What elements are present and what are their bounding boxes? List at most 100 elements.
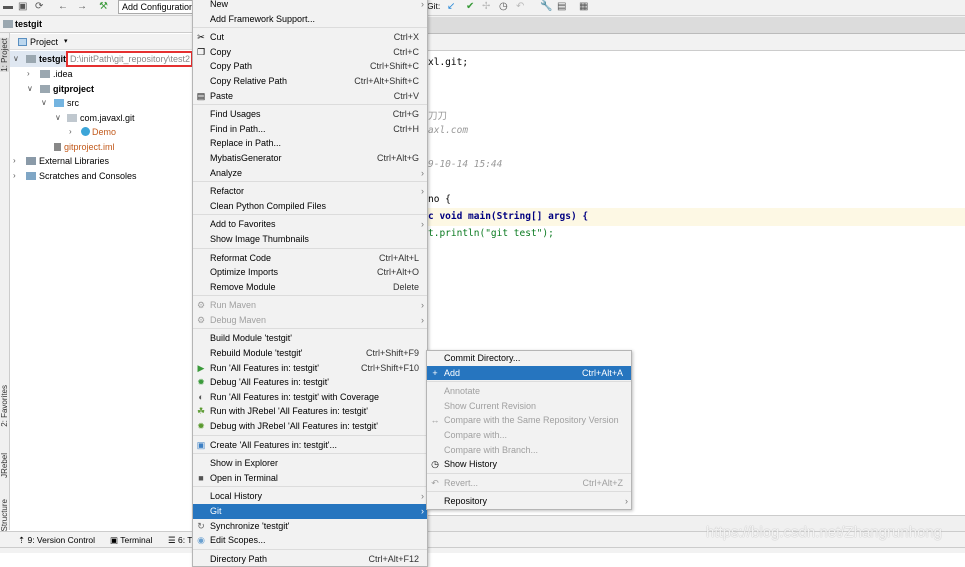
tree-item[interactable]: gitproject.iml — [54, 142, 115, 152]
menu-item-paste[interactable]: ▤ Paste Ctrl+V — [193, 89, 427, 104]
save-icon[interactable]: ▣ — [18, 1, 27, 12]
menu-item-label: Compare with Branch... — [444, 444, 539, 455]
menu-item-remove-module[interactable]: Remove Module Delete — [193, 280, 427, 295]
menu-item-new[interactable]: New › — [193, 0, 427, 12]
git-label: Git: — [427, 1, 441, 11]
project-view-dropdown[interactable]: Project — [30, 37, 58, 47]
git-menu-item-commit-directory[interactable]: Commit Directory... — [427, 351, 631, 366]
folder-icon — [40, 85, 50, 93]
build-icon[interactable]: ⚒ — [99, 1, 108, 12]
settings-wrench-icon[interactable]: 🔧 — [540, 1, 552, 12]
menu-item-run-all-features-in-testgit-with-coverage[interactable]: ◐ Run 'All Features in: testgit' with Cov… — [193, 390, 427, 405]
menu-item-edit-scopes[interactable]: ◉ Edit Scopes... — [193, 533, 427, 548]
menu-item-copy[interactable]: ❐ Copy Ctrl+C — [193, 45, 427, 60]
tab-version-control[interactable]: ⇡ 9: Version Control — [18, 535, 95, 546]
menu-item-local-history[interactable]: Local History › — [193, 489, 427, 504]
menu-item-optimize-imports[interactable]: Optimize Imports Ctrl+Alt+O — [193, 265, 427, 280]
shortcut-label: Ctrl+Alt+G — [376, 152, 419, 163]
menu-item-debug-with-jrebel-all-features-in-testgit[interactable]: ✹ Debug with JRebel 'All Features in: tes… — [193, 419, 427, 434]
breadcrumb-project[interactable]: testgit — [15, 19, 42, 29]
tab-project[interactable]: 1: Project — [0, 38, 10, 72]
menu-item-refactor[interactable]: Refactor › — [193, 184, 427, 199]
menu-item-copy-relative-path[interactable]: Copy Relative Path Ctrl+Alt+Shift+C — [193, 74, 427, 89]
git-menu-item-annotate[interactable]: Annotate — [427, 384, 631, 399]
folder-icon — [26, 55, 36, 63]
tree-item[interactable]: com.javaxl.git — [67, 113, 135, 123]
git-update-icon[interactable]: ↙ — [447, 1, 455, 12]
menu-item-git[interactable]: Git › — [193, 504, 427, 519]
menu-item-reformat-code[interactable]: Reformat Code Ctrl+Alt+L — [193, 251, 427, 266]
git-menu-item-compare-with[interactable]: Compare with... — [427, 428, 631, 443]
tree-item[interactable]: src — [54, 98, 79, 108]
menu-item-label: Add to Favorites — [210, 219, 276, 230]
debug-all-features-in-testgit-icon: ✹ — [197, 377, 205, 388]
menu-item-rebuild-module-testgit[interactable]: Rebuild Module 'testgit' Ctrl+Shift+F9 — [193, 346, 427, 361]
menu-item-label: Run 'All Features in: testgit' with Cove… — [210, 391, 380, 402]
git-menu-item-add[interactable]: + Add Ctrl+Alt+A — [427, 365, 631, 381]
menu-item-label: Debug Maven — [210, 314, 267, 325]
tree-item[interactable]: External Libraries — [26, 156, 109, 166]
project-structure-icon[interactable]: ▤ — [557, 1, 566, 12]
menu-item-debug-maven[interactable]: ⚙ Debug Maven › — [193, 313, 427, 328]
tree-item[interactable]: .idea — [40, 69, 73, 79]
menu-item-show-image-thumbnails[interactable]: Show Image Thumbnails — [193, 232, 427, 247]
menu-item-analyze[interactable]: Analyze › — [193, 166, 427, 181]
submenu-chevron-icon: › — [421, 0, 424, 9]
menu-item-add-to-favorites[interactable]: Add to Favorites › — [193, 217, 427, 232]
menu-item-open-in-terminal[interactable]: ■ Open in Terminal — [193, 471, 427, 486]
menu-item-label: Replace in Path... — [210, 138, 282, 149]
menu-item-synchronize-testgit[interactable]: ↻ Synchronize 'testgit' — [193, 519, 427, 534]
menu-item-clean-python-compiled-files[interactable]: Clean Python Compiled Files — [193, 199, 427, 214]
git-menu-item-show-current-revision[interactable]: Show Current Revision — [427, 399, 631, 414]
menu-item-directory-path[interactable]: Directory Path Ctrl+Alt+F12 — [193, 552, 427, 567]
menu-item-show-in-explorer[interactable]: Show in Explorer — [193, 456, 427, 471]
menu-item-cut[interactable]: ✂ Cut Ctrl+X — [193, 30, 427, 45]
tree-item[interactable]: Scratches and Consoles — [26, 171, 137, 181]
git-menu-item-compare-with-the-same-repository-version[interactable]: ↔ Compare with the Same Repository Versio… — [427, 413, 631, 428]
menu-item-label: Git — [210, 506, 222, 516]
menu-item-copy-path[interactable]: Copy Path Ctrl+Shift+C — [193, 59, 427, 74]
git-menu-item-repository[interactable]: Repository › — [427, 494, 631, 509]
tree-item[interactable]: Demo — [81, 127, 116, 137]
git-menu-item-compare-with-branch[interactable]: Compare with Branch... — [427, 443, 631, 458]
menu-item-label: Build Module 'testgit' — [210, 333, 292, 344]
submenu-chevron-icon: › — [421, 300, 424, 311]
git-history-icon[interactable]: ◷ — [499, 1, 508, 12]
terminal-icon: ▣ — [110, 535, 121, 545]
sync-icon[interactable]: ⟳ — [35, 1, 43, 12]
menu-item-debug-all-features-in-testgit[interactable]: ✹ Debug 'All Features in: testgit' — [193, 375, 427, 390]
vcs-operations-icon[interactable]: ▦ — [579, 1, 588, 12]
menu-item-create-all-features-in-testgit[interactable]: ▣ Create 'All Features in: testgit'... — [193, 438, 427, 453]
menu-item-label: Annotate — [444, 386, 481, 397]
tab-terminal[interactable]: ▣ Terminal — [110, 535, 152, 546]
menu-item-label: Run 'All Features in: testgit' — [210, 362, 319, 373]
menu-item-find-in-path[interactable]: Find in Path... Ctrl+H — [193, 122, 427, 137]
git-menu-item-revert[interactable]: ↶ Revert... Ctrl+Alt+Z — [427, 476, 631, 491]
tree-item[interactable]: gitproject — [40, 84, 94, 94]
menu-item-label: Edit Scopes... — [210, 535, 266, 546]
menu-item-replace-in-path[interactable]: Replace in Path... — [193, 136, 427, 151]
menu-item-build-module-testgit[interactable]: Build Module 'testgit' — [193, 331, 427, 346]
git-revert-icon[interactable]: ↶ — [516, 1, 524, 12]
tab-todo[interactable]: ☰ 6: T — [168, 535, 192, 546]
menu-item-run-all-features-in-testgit[interactable]: ▶ Run 'All Features in: testgit' Ctrl+Shif… — [193, 361, 427, 376]
menu-item-find-usages[interactable]: Find Usages Ctrl+G — [193, 107, 427, 122]
shortcut-label: Ctrl+G — [392, 109, 419, 120]
chevron-down-icon[interactable]: ▾ — [64, 37, 68, 45]
tab-favorites[interactable]: 2: Favorites — [0, 385, 10, 427]
forward-icon[interactable]: → — [77, 1, 87, 12]
run-configuration-dropdown[interactable]: Add Configuration... — [118, 0, 198, 14]
tab-jrebel[interactable]: JRebel — [0, 453, 10, 478]
tree-root[interactable]: testgit — [26, 54, 66, 64]
menu-item-mybatisgenerator[interactable]: MybatisGenerator Ctrl+Alt+G — [193, 151, 427, 166]
open-icon[interactable]: ▬ — [3, 1, 13, 12]
back-icon[interactable]: ← — [58, 1, 68, 12]
git-compare-icon[interactable]: ✢ — [482, 1, 490, 12]
menu-item-run-with-jrebel-all-features-in-testgit[interactable]: ☘ Run with JRebel 'All Features in: testg… — [193, 404, 427, 419]
menu-item-run-maven[interactable]: ⚙ Run Maven › — [193, 298, 427, 313]
menu-item-label: Find in Path... — [210, 123, 266, 134]
git-menu-item-show-history[interactable]: ◷ Show History — [427, 457, 631, 472]
menu-item-add-framework-support[interactable]: Add Framework Support... — [193, 12, 427, 27]
git-commit-icon[interactable]: ✔ — [466, 1, 474, 12]
submenu-chevron-icon: › — [421, 314, 424, 325]
